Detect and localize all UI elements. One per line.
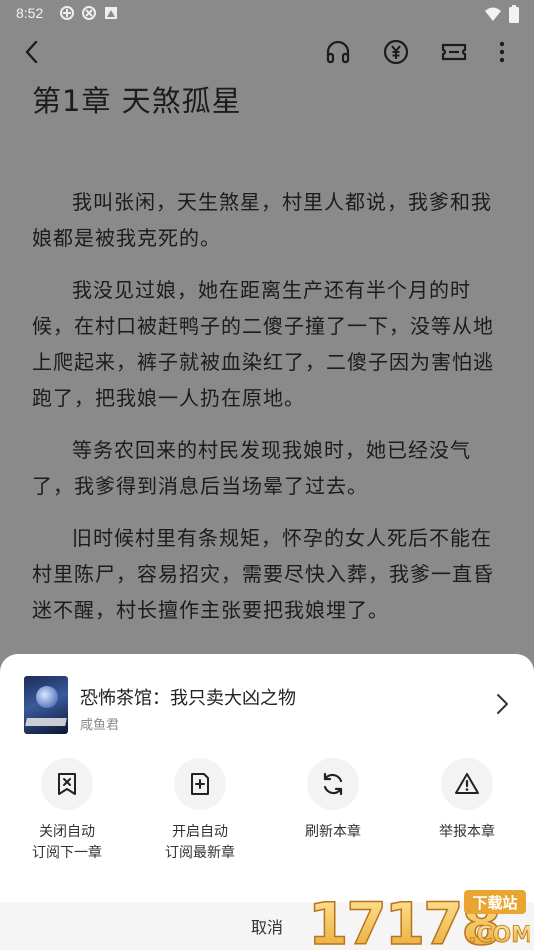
reward-button[interactable] [380,36,412,68]
site-watermark-logo: 17178 下载站 .COM [307,889,530,950]
warning-icon [455,773,479,794]
more-button[interactable] [486,36,518,68]
open-auto-subscribe-button[interactable]: 开启自动 订阅最新章 [133,758,267,864]
chevron-left-icon [25,40,38,64]
ticket-icon [441,43,467,61]
action-label: 举报本章 [439,824,495,840]
refresh-icon [323,772,343,796]
more-vertical-icon [499,41,505,63]
close-subscribe-icon [58,773,76,795]
svg-text:下载站: 下载站 [472,894,517,912]
paragraph: 我没见过娘，她在距离生产还有半个月的时候，在村口被赶鸭子的二傻子撞了一下，没等从… [32,278,494,410]
book-author: 咸鱼君 [80,718,120,733]
book-title: 恐怖茶馆：我只卖大凶之物 [80,688,296,709]
action-grid: 关闭自动 订阅下一章 开启自动 订阅最新章 刷新本章 举报本章 [0,758,534,868]
report-chapter-button[interactable]: 举报本章 [400,758,534,843]
book-cover [24,676,68,734]
paragraph: 旧时候村里有条规矩，怀孕的女人死后不能在村里陈尸，容易招灾，需要尽快入葬，我爹一… [32,526,494,622]
svg-text:.COM: .COM [468,923,530,948]
headphones-icon [326,40,350,64]
refresh-chapter-button[interactable]: 刷新本章 [266,758,400,843]
chevron-right-icon [497,694,508,714]
action-label: 开启自动 订阅最新章 [165,824,235,861]
back-button[interactable] [16,36,48,68]
chapter-content: 我叫张闲，天生煞星，村里人都说，我爹和我娘都是被我克死的。 我没见过娘，她在距离… [32,184,502,644]
reader-toolbar [0,28,534,76]
status-bar: 8:52 [0,0,534,28]
app-notification-icon [82,6,96,20]
notification-icons [60,6,118,20]
yuan-coin-icon [383,39,409,65]
book-info-row[interactable]: 恐怖茶馆：我只卖大凶之物 咸鱼君 [24,676,518,736]
paragraph: 我叫张闲，天生煞星，村里人都说，我爹和我娘都是被我克死的。 [32,190,492,250]
image-notification-icon [104,6,118,20]
system-icons [484,5,520,23]
wifi-icon [485,7,501,21]
battery-icon [509,5,519,23]
close-auto-subscribe-button[interactable]: 关闭自动 订阅下一章 [0,758,134,864]
ticket-button[interactable] [438,36,470,68]
cancel-label: 取消 [250,918,283,937]
app-notification-icon [60,6,74,20]
paragraph: 等务农回来的村民发现我娘时，她已经没气了，我爹得到消息后当场晕了过去。 [32,438,471,498]
action-label: 刷新本章 [305,824,361,840]
chapter-title: 第1章 天煞孤星 [32,84,242,118]
status-time: 8:52 [16,5,44,21]
action-label: 关闭自动 订阅下一章 [32,824,102,861]
add-subscribe-icon [191,773,209,795]
listen-button[interactable] [322,36,354,68]
